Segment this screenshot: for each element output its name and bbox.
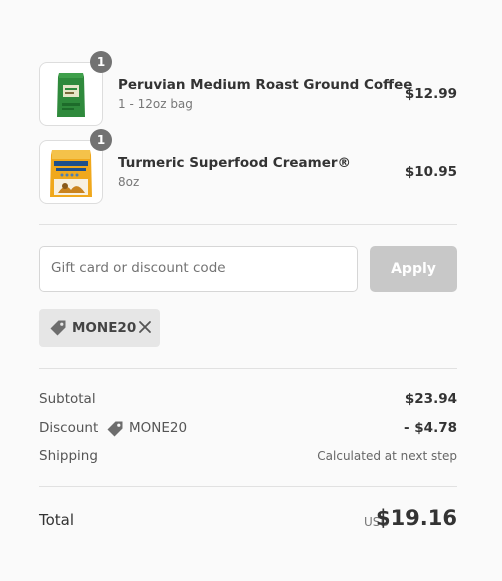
cart-item: 1 Peruvian Medium Roast Ground Coffee 1 …	[39, 51, 457, 126]
shipping-label: Shipping	[39, 448, 98, 464]
applied-discount-code: MONE20	[72, 320, 137, 336]
tag-icon	[106, 420, 124, 442]
discount-code-field[interactable]	[39, 246, 358, 292]
total-label: Total	[39, 511, 75, 529]
item-variant: 1 - 12oz bag	[118, 97, 193, 111]
cart-item: 1 Turmeric Superfood Creamer® 8oz $10.95	[39, 129, 457, 204]
item-name: Peruvian Medium Roast Ground Coffee	[118, 77, 413, 93]
item-variant: 8oz	[118, 175, 140, 189]
item-price: $12.99	[404, 86, 457, 102]
divider	[39, 224, 457, 225]
discount-value: - $4.78	[403, 420, 457, 436]
discount-code-input[interactable]	[40, 247, 341, 289]
total-value: $19.16	[375, 506, 457, 530]
discount-code: MONE20	[129, 420, 188, 436]
subtotal-label: Subtotal	[39, 391, 96, 407]
discount-label: Discount	[39, 420, 99, 436]
quantity-badge: 1	[90, 51, 112, 73]
shipping-value: Calculated at next step	[317, 449, 457, 463]
item-name: Turmeric Superfood Creamer®	[118, 155, 352, 171]
divider	[39, 368, 457, 369]
product-image-creamer	[39, 140, 103, 204]
remove-discount-icon[interactable]	[136, 318, 154, 336]
product-image-coffee	[39, 62, 103, 126]
shipping-row: Shipping Calculated at next step	[39, 448, 457, 468]
subtotal-row: Subtotal $23.94	[39, 391, 457, 411]
discount-row: Discount MONE20 - $4.78	[39, 420, 457, 440]
divider	[39, 486, 457, 487]
quantity-badge: 1	[90, 129, 112, 151]
tag-icon	[49, 319, 67, 341]
item-price: $10.95	[404, 164, 457, 180]
apply-button[interactable]: Apply	[370, 246, 457, 292]
applied-discount-tag: MONE20	[39, 309, 160, 347]
subtotal-value: $23.94	[404, 391, 457, 407]
